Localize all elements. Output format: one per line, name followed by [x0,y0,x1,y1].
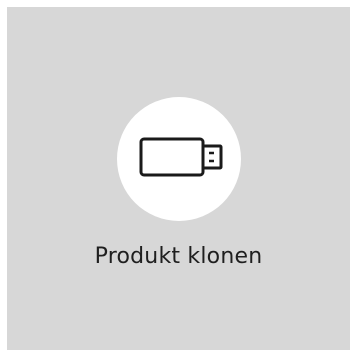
usb-drive-icon [139,137,223,177]
clone-product-panel: Produkt klonen [7,7,350,350]
icon-circle [117,97,241,221]
screen: Produkt klonen [0,0,358,358]
clone-product-button[interactable]: Produkt klonen [7,7,350,350]
clone-product-label: Produkt klonen [94,244,263,269]
